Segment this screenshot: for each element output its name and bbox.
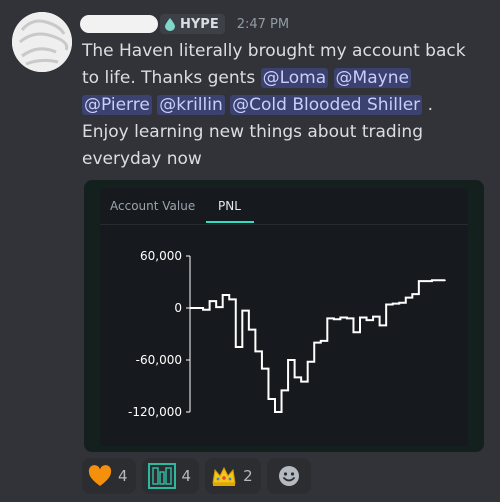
pnl-data-point	[195, 307, 198, 309]
pnl-data-point	[293, 376, 296, 379]
orange-heart-icon	[88, 465, 112, 486]
crown-icon	[212, 466, 236, 486]
pnl-data-point	[280, 389, 283, 392]
pnl-data-point	[313, 341, 316, 344]
pnl-series-line	[190, 279, 445, 413]
pnl-data-point	[411, 293, 414, 295]
pnl-data-point	[431, 279, 433, 282]
haven-emoji-icon	[147, 463, 176, 489]
drop-icon	[165, 18, 175, 31]
pnl-data-point	[208, 300, 211, 302]
avatar-scribble	[12, 12, 72, 72]
mention-cold-blooded-shiller[interactable]: @Cold Blooded Shiller	[230, 95, 423, 115]
pnl-data-point	[254, 350, 257, 353]
pnl-data-point	[437, 279, 440, 282]
message-header: HYPE 2:47 PM	[82, 12, 289, 36]
pnl-data-point	[365, 319, 368, 321]
pnl-data-point	[215, 306, 217, 308]
message-timestamp[interactable]: 2:47 PM	[237, 17, 289, 32]
username-redacted[interactable]	[82, 17, 156, 31]
pnl-data-point	[300, 380, 302, 383]
pnl-data-point	[234, 346, 237, 348]
pnl-data-point	[306, 360, 309, 363]
role-tag[interactable]: HYPE	[160, 14, 225, 34]
mention-mayne[interactable]: @Mayne	[333, 68, 411, 88]
pnl-data-point	[372, 315, 374, 318]
pnl-data-point	[274, 411, 276, 413]
pnl-data-point	[248, 328, 250, 331]
y-tick-label: 0	[174, 301, 182, 315]
pnl-data-point	[319, 340, 322, 342]
pnl-data-point	[404, 296, 407, 299]
reaction-count: 4	[118, 467, 128, 485]
add-reaction-icon	[278, 466, 299, 486]
pnl-data-point	[398, 302, 401, 304]
user-avatar[interactable]	[12, 12, 72, 72]
pnl-data-point	[326, 317, 329, 320]
reaction-count: 4	[181, 467, 192, 485]
pnl-data-point	[287, 359, 289, 361]
pnl-data-point	[339, 316, 342, 319]
y-tick-label: -120,000	[128, 405, 182, 419]
image-embed[interactable]: Account Value PNL 60,000 0 -60,000 -120,000	[84, 180, 484, 452]
message-content: The Haven literally brought my account b…	[82, 38, 482, 173]
reaction-count: 2	[243, 467, 253, 485]
add-reaction-button[interactable]	[266, 458, 311, 494]
pnl-data-point	[444, 279, 446, 282]
pnl-data-point	[359, 316, 361, 319]
reaction-haven-emoji[interactable]: 4	[141, 458, 200, 494]
pnl-data-point	[202, 308, 204, 311]
pnl-data-point	[221, 294, 224, 296]
pnl-data-point	[424, 280, 427, 282]
mention-pierre[interactable]: @Pierre	[82, 95, 152, 115]
pnl-data-point	[352, 331, 355, 334]
pnl-data-point	[189, 307, 191, 309]
pnl-data-point	[241, 309, 244, 312]
pnl-data-point	[267, 398, 270, 400]
y-tick-label: 60,000	[140, 249, 182, 263]
pnl-data-point	[228, 298, 231, 301]
mention-loma[interactable]: @Loma	[260, 68, 329, 88]
pnl-data-point	[418, 280, 420, 282]
pnl-data-point	[346, 317, 348, 320]
pnl-data-point	[261, 367, 263, 370]
y-tick-label: -60,000	[136, 353, 182, 367]
pnl-data-point	[378, 324, 381, 327]
pnl-data-point	[385, 303, 387, 306]
reaction-orange-heart[interactable]: 4	[82, 458, 136, 494]
pnl-chart-card: Account Value PNL 60,000 0 -60,000 -120,000	[100, 188, 468, 446]
reactions-bar: 4 4 2	[82, 458, 311, 494]
pnl-chart: 60,000 0 -60,000 -120,000	[128, 249, 446, 419]
reaction-crown[interactable]: 2	[205, 458, 261, 494]
role-tag-label: HYPE	[180, 16, 219, 32]
pnl-data-point	[333, 318, 335, 321]
pnl-data-point	[391, 302, 394, 305]
mention-krillin[interactable]: @krillin	[157, 95, 225, 115]
